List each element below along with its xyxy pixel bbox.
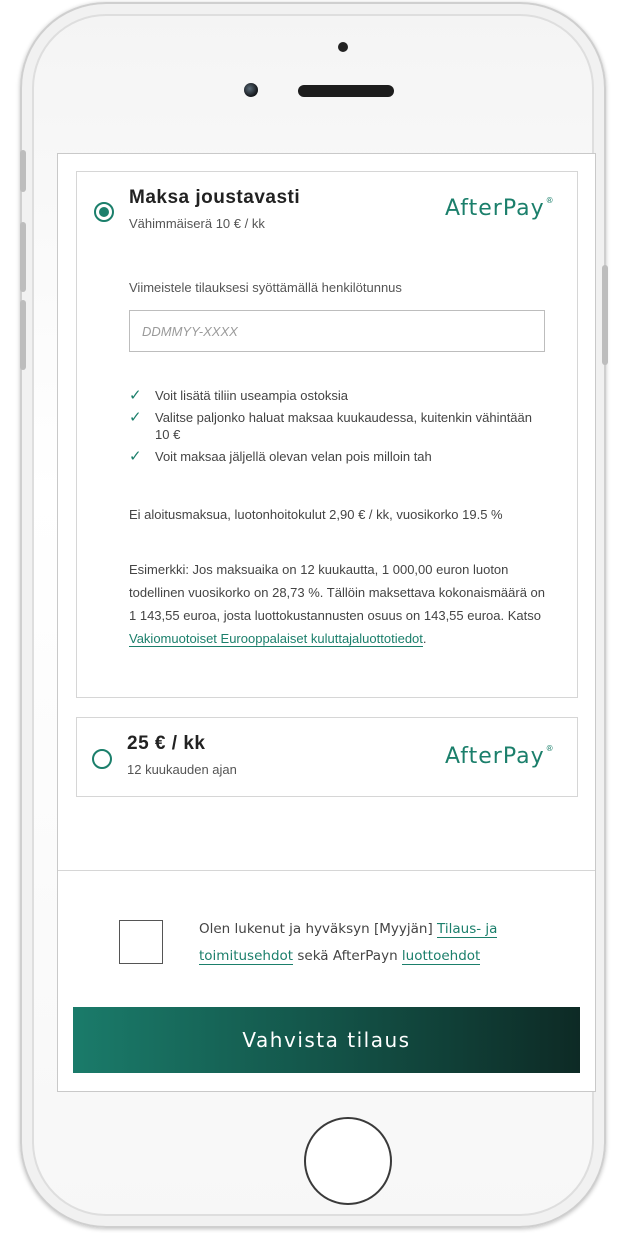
radio-flexible-selected[interactable] bbox=[94, 202, 114, 222]
confirm-order-button[interactable]: Vahvista tilaus bbox=[73, 1007, 580, 1073]
ssn-instruction: Viimeistele tilauksesi syöttämällä henki… bbox=[129, 280, 402, 295]
list-item: ✓ Voit maksaa jäljellä olevan velan pois … bbox=[129, 448, 432, 465]
volume-up-button[interactable] bbox=[20, 222, 26, 292]
benefits-list: ✓ Voit lisätä tiliin useampia ostoksia ✓ V… bbox=[129, 387, 549, 470]
afterpay-logo: AfterPay® bbox=[445, 744, 555, 769]
terms-text: Olen lukenut ja hyväksyn [Myyjän] Tilaus… bbox=[199, 921, 498, 965]
credit-info-link[interactable]: Vakiomuotoiset Eurooppalaiset kuluttajal… bbox=[129, 631, 423, 647]
option-subtitle: Vähimmäiserä 10 € / kk bbox=[129, 216, 265, 231]
option-subtitle: 12 kuukauden ajan bbox=[127, 762, 237, 777]
payment-option-flexible[interactable]: Maksa joustavasti Vähimmäiserä 10 € / kk… bbox=[76, 171, 578, 698]
list-item: ✓ Voit lisätä tiliin useampia ostoksia bbox=[129, 387, 348, 404]
earpiece-speaker bbox=[298, 85, 394, 97]
terms-checkbox[interactable] bbox=[119, 920, 163, 964]
sensor-dot bbox=[338, 42, 348, 52]
check-icon: ✓ bbox=[129, 409, 142, 426]
volume-down-button[interactable] bbox=[20, 300, 26, 370]
option-title: 25 € / kk bbox=[127, 733, 206, 754]
check-icon: ✓ bbox=[129, 448, 142, 465]
ssn-input[interactable] bbox=[129, 310, 545, 352]
power-button[interactable] bbox=[602, 265, 608, 365]
home-button[interactable] bbox=[304, 1117, 392, 1205]
credit-terms-link[interactable]: luottoehdot bbox=[401, 948, 481, 965]
afterpay-logo: AfterPay® bbox=[445, 196, 555, 221]
front-camera-icon bbox=[244, 83, 258, 97]
radio-monthly[interactable] bbox=[92, 749, 112, 769]
mute-switch[interactable] bbox=[20, 150, 26, 192]
section-divider bbox=[58, 870, 595, 871]
payment-option-monthly[interactable]: 25 € / kk 12 kuukauden ajan AfterPay® bbox=[76, 717, 578, 797]
fees-text: Ei aloitusmaksua, luotonhoitokulut 2,90 … bbox=[129, 507, 503, 522]
list-item: ✓ Valitse paljonko haluat maksaa kuukaude… bbox=[129, 409, 532, 442]
example-text: Esimerkki: Jos maksuaika on 12 kuukautta… bbox=[129, 562, 545, 647]
option-title: Maksa joustavasti bbox=[129, 187, 301, 208]
check-icon: ✓ bbox=[129, 387, 142, 404]
checkout-screen: Maksa joustavasti Vähimmäiserä 10 € / kk… bbox=[57, 153, 596, 1092]
